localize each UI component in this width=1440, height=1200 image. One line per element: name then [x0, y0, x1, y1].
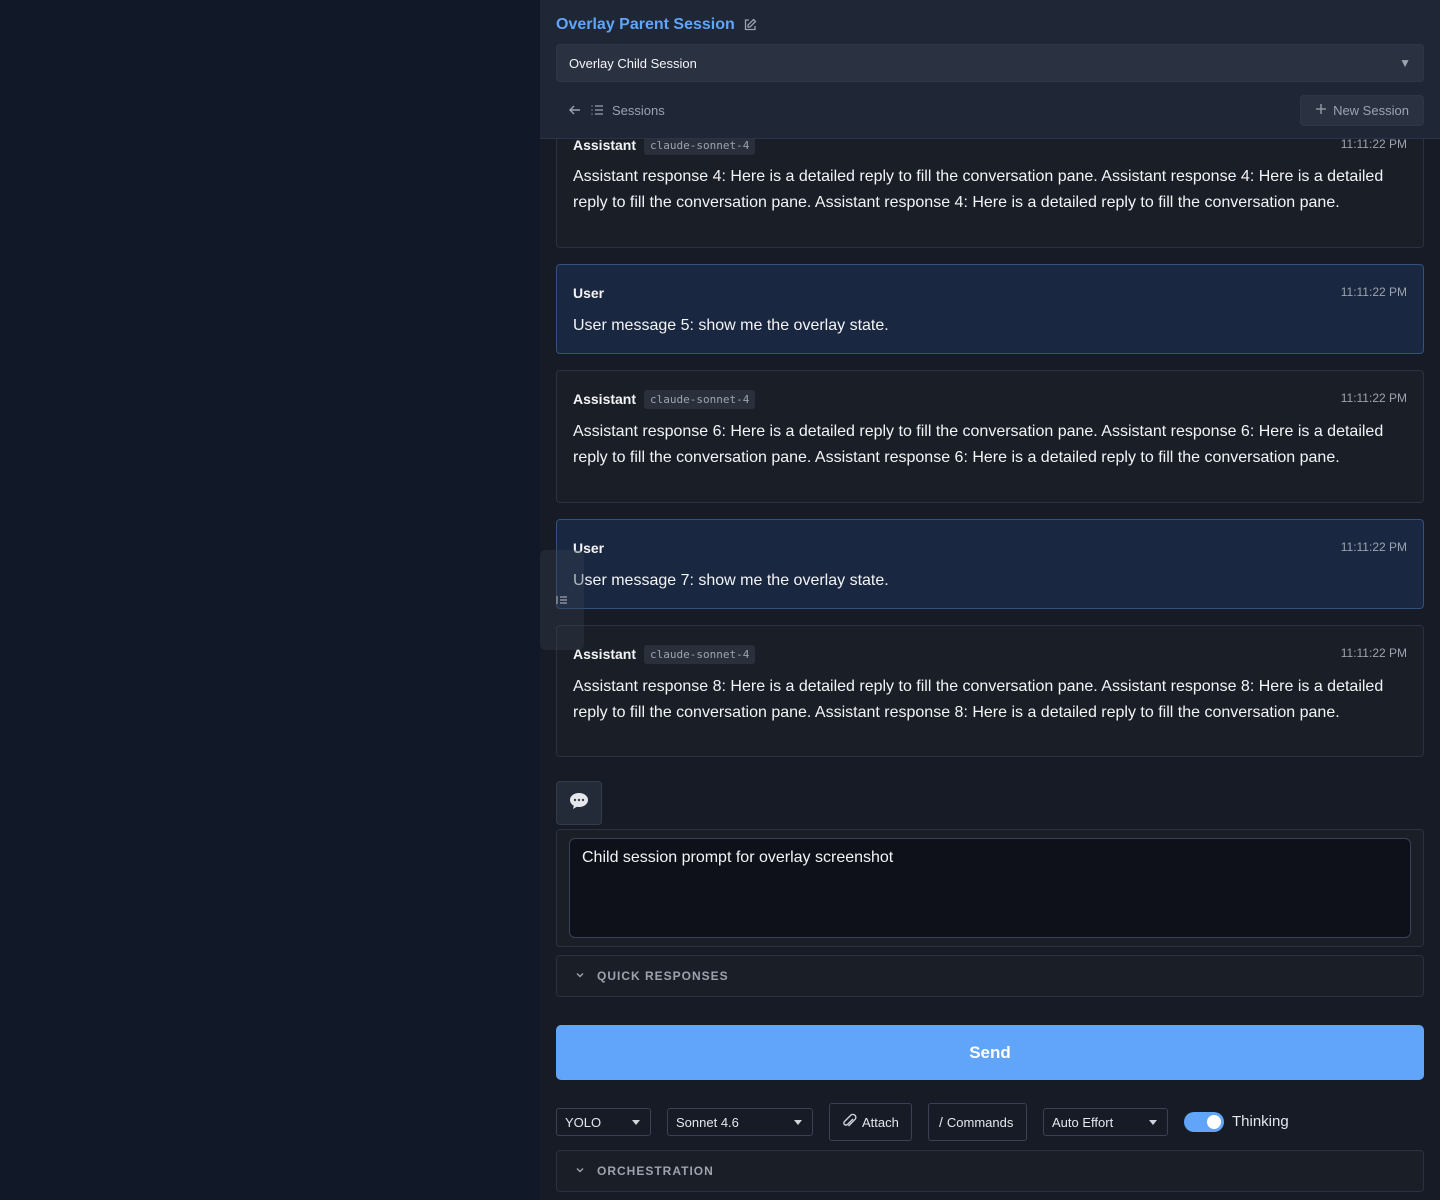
new-session-label: New Session	[1333, 103, 1409, 118]
selected-session-label: Overlay Child Session	[569, 55, 697, 71]
quick-responses-label: QUICK RESPONSES	[597, 969, 729, 983]
message-time: 11:11:22 PM	[1340, 391, 1407, 405]
chevron-down-icon	[575, 1164, 585, 1178]
message-assistant-6: Assistant claude-sonnet-4 11:11:22 PM As…	[556, 370, 1424, 503]
message-text: User message 5: show me the overlay stat…	[573, 317, 889, 334]
orchestration-label: ORCHESTRATION	[597, 1164, 714, 1178]
message-role: Assistant	[573, 137, 637, 153]
message-text: User message 7: show me the overlay stat…	[573, 572, 889, 589]
sidebar-drag-handle[interactable]	[540, 550, 584, 650]
dropdown-caret-icon	[1149, 1120, 1157, 1125]
message-user-7: User 11:11:22 PM User message 7: show me…	[556, 519, 1424, 609]
attach-label: Attach	[862, 1114, 899, 1130]
list-icon	[590, 103, 604, 117]
slash-icon: /	[939, 1114, 943, 1130]
orchestration-toggle[interactable]: ORCHESTRATION	[556, 1150, 1424, 1192]
prompt-container	[556, 829, 1424, 947]
left-empty-area	[0, 0, 540, 1200]
effort-select[interactable]: Auto Effort	[1043, 1108, 1168, 1136]
message-time: 11:11:22 PM	[1340, 137, 1407, 151]
new-session-button[interactable]: New Session	[1300, 95, 1424, 126]
effort-value: Auto Effort	[1052, 1114, 1114, 1130]
panel-header: Overlay Parent Session Overlay Child Ses…	[540, 0, 1440, 139]
message-assistant-8: Assistant claude-sonnet-4 11:11:22 PM As…	[556, 625, 1424, 757]
mode-value: YOLO	[565, 1114, 602, 1130]
message-text: Assistant response 6: Here is a detailed…	[573, 423, 1384, 466]
message-time: 11:11:22 PM	[1340, 285, 1407, 299]
model-badge: claude-sonnet-4	[644, 644, 756, 664]
message-time: 11:11:22 PM	[1340, 646, 1407, 660]
message-role: User	[573, 285, 605, 301]
model-select[interactable]: Sonnet 4.6	[667, 1108, 813, 1136]
quick-responses-toggle[interactable]: QUICK RESPONSES	[556, 955, 1424, 997]
commands-button[interactable]: / Commands	[928, 1103, 1027, 1141]
toggle-knob	[1207, 1115, 1221, 1129]
thinking-toggle[interactable]	[1184, 1112, 1224, 1132]
message-user-5: User 11:11:22 PM User message 5: show me…	[556, 264, 1424, 354]
dropdown-caret-icon	[794, 1120, 802, 1125]
sessions-link[interactable]: Sessions	[612, 103, 665, 118]
composer-toolbar: YOLO Sonnet 4.6 Attach / Commands Auto E…	[556, 1103, 1424, 1141]
message-text: Assistant response 8: Here is a detailed…	[573, 678, 1384, 721]
model-value: Sonnet 4.6	[676, 1114, 739, 1130]
prompt-input[interactable]	[569, 838, 1411, 938]
message-time: 11:11:22 PM	[1340, 540, 1407, 554]
chat-bubble-button[interactable]	[556, 781, 602, 825]
back-arrow-icon[interactable]	[568, 103, 582, 117]
session-title: Overlay Parent Session	[556, 16, 735, 33]
thinking-label: Thinking	[1232, 1113, 1289, 1130]
message-role: Assistant	[573, 646, 637, 662]
model-badge: claude-sonnet-4	[644, 389, 756, 409]
edit-icon[interactable]	[743, 18, 757, 32]
chevron-down-icon	[575, 969, 585, 983]
speech-bubble-icon	[569, 792, 589, 815]
commands-label: Commands	[946, 1114, 1014, 1130]
message-text: Assistant response 4: Here is a detailed…	[573, 168, 1384, 211]
child-session-select[interactable]: Overlay Child Session ▼	[556, 44, 1424, 82]
session-panel: Assistant claude-sonnet-4 11:11:22 PM As…	[540, 0, 1440, 1200]
plus-icon	[1315, 103, 1327, 118]
attach-button[interactable]: Attach	[829, 1103, 912, 1141]
dropdown-caret-icon	[632, 1120, 640, 1125]
mode-select[interactable]: YOLO	[556, 1108, 651, 1136]
send-button[interactable]: Send	[556, 1025, 1424, 1080]
dropdown-caret-icon: ▼	[1399, 56, 1411, 70]
paperclip-icon	[840, 1112, 858, 1133]
message-role: Assistant	[573, 391, 637, 407]
list-indent-icon	[556, 593, 568, 611]
